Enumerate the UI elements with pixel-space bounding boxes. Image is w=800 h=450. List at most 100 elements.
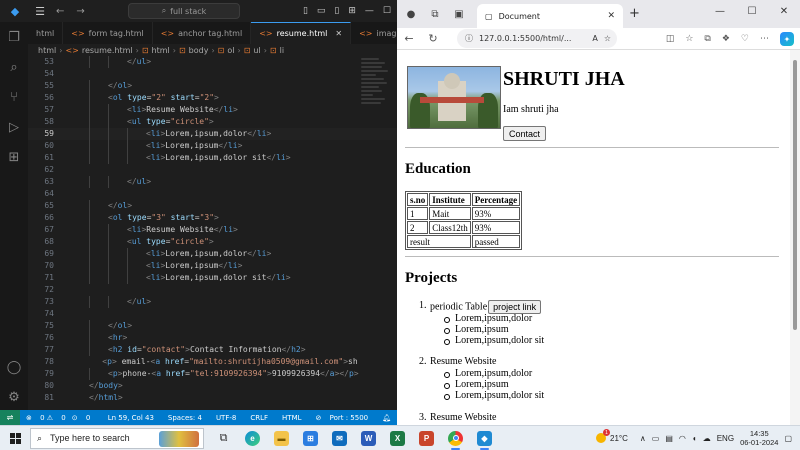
code-line[interactable]: 62 [28, 164, 397, 176]
breadcrumb-item[interactable]: ul [253, 46, 260, 55]
customize-layout-icon[interactable]: ⊞ [348, 6, 356, 16]
encoding[interactable]: UTF-8 [216, 414, 236, 422]
mail-icon[interactable]: ✉ [326, 426, 353, 450]
code-line[interactable]: 77 <h2 id="contact">Contact Information</… [28, 344, 397, 356]
file-explorer-icon[interactable]: ▬ [268, 426, 295, 450]
profile-icon[interactable]: ● [401, 4, 421, 24]
breadcrumb-item[interactable]: resume.html [82, 46, 133, 55]
task-view-icon[interactable]: ⧉ [210, 426, 237, 450]
code-line[interactable]: 72 [28, 284, 397, 296]
code-line[interactable]: 54 [28, 68, 397, 80]
battery-icon[interactable]: ▤ [665, 434, 673, 443]
code-line[interactable]: 66 <ol type="3" start="3"> [28, 212, 397, 224]
toggle-secondary-sidebar-icon[interactable]: ▯ [334, 6, 339, 16]
code-line[interactable]: 60 <li>Lorem,ipsum</li> [28, 140, 397, 152]
code-line[interactable]: 69 <li>Lorem,ipsum,dolor</li> [28, 248, 397, 260]
breadcrumb-item[interactable]: html [152, 46, 170, 55]
code-line[interactable]: 65 </ol> [28, 200, 397, 212]
workspaces-icon[interactable]: ⧉ [425, 4, 445, 24]
tab-imag[interactable]: <> imag [351, 22, 397, 44]
toggle-sidebar-icon[interactable]: ▯ [303, 6, 308, 16]
explorer-icon[interactable]: ❐ [0, 22, 28, 52]
problems-indicator[interactable]: ⊗ 0 ⚠ 0 [26, 414, 66, 422]
weather-widget[interactable]: 1 21°C [596, 429, 628, 443]
show-hidden-icons-icon[interactable]: ∧ [640, 434, 646, 443]
onedrive-icon[interactable]: ☁ [703, 434, 711, 443]
close-tab-icon[interactable]: ✕ [607, 11, 615, 21]
maximize-icon[interactable]: ☐ [736, 0, 768, 22]
notifications-bell-icon[interactable]: 🔔︎ [382, 414, 391, 422]
settings-gear-icon[interactable]: ⚙ [0, 382, 28, 412]
run-debug-icon[interactable]: ▷ [0, 112, 28, 142]
network-icon[interactable]: ▭ [652, 434, 660, 443]
code-line[interactable]: 57 <li>Resume Website</li> [28, 104, 397, 116]
code-line[interactable]: 61 <li>Lorem,ipsum,dolor sit</li> [28, 152, 397, 164]
remote-indicator-icon[interactable]: ⇌ [0, 410, 20, 425]
breadcrumb-item[interactable]: body [189, 46, 209, 55]
menu-icon[interactable]: ☰ [30, 5, 50, 18]
page-scrollbar[interactable] [790, 50, 800, 425]
account-icon[interactable]: ◯ [0, 352, 28, 382]
volume-icon[interactable]: ◖ [692, 434, 697, 443]
favorite-star-icon[interactable]: ☆ [604, 34, 611, 43]
indentation[interactable]: Spaces: 4 [168, 414, 202, 422]
code-line[interactable]: 74 [28, 308, 397, 320]
tab-form-tag[interactable]: <> form tag.html [63, 22, 153, 44]
forward-arrow-icon[interactable]: → [76, 6, 84, 17]
tab-anchor-tag[interactable]: <> anchor tag.html [153, 22, 252, 44]
split-screen-icon[interactable]: ◫ [666, 34, 675, 44]
store-icon[interactable]: ⊞ [297, 426, 324, 450]
new-tab-icon[interactable]: + [629, 6, 640, 21]
chrome-icon[interactable] [442, 426, 469, 450]
contact-button[interactable]: Contact [503, 126, 547, 141]
search-icon[interactable]: ⌕ [0, 52, 28, 82]
code-line[interactable]: 75 </ol> [28, 320, 397, 332]
back-arrow-icon[interactable]: ← [56, 6, 64, 17]
code-line[interactable]: 70 <li>Lorem,ipsum</li> [28, 260, 397, 272]
language-mode[interactable]: HTML [282, 414, 301, 422]
code-line[interactable]: 80 </body> [28, 380, 397, 392]
language-indicator[interactable]: ENG [717, 434, 734, 443]
code-editor[interactable]: 53 </ul> 54 55 </ol> 56 <ol type="2" start="2"… [28, 56, 397, 410]
line-endings[interactable]: CRLF [250, 414, 268, 422]
copilot-icon[interactable]: ✦ [780, 32, 794, 46]
cursor-position[interactable]: Ln 59, Col 43 [108, 414, 154, 422]
tab-resume[interactable]: <> resume.html ✕ [251, 22, 352, 44]
code-line[interactable]: 76 <hr> [28, 332, 397, 344]
read-aloud-icon[interactable]: A [592, 34, 597, 43]
notification-icon[interactable]: ▢ [784, 434, 792, 443]
excel-icon[interactable]: X [384, 426, 411, 450]
clock[interactable]: 14:35 06-01-2024 [740, 429, 778, 447]
code-line[interactable]: 71 <li>Lorem,ipsum,dolor sit</li> [28, 272, 397, 284]
back-arrow-icon[interactable]: ← [397, 32, 421, 45]
collections-icon[interactable]: ⧉ [704, 34, 710, 44]
minimize-icon[interactable]: — [704, 0, 736, 22]
start-button[interactable] [0, 426, 30, 450]
code-line[interactable]: 53 </ul> [28, 56, 397, 68]
command-center-search[interactable]: ⌕ full stack [128, 3, 240, 19]
maximize-icon[interactable]: ☐ [383, 6, 391, 16]
code-line[interactable]: 59 <li>Lorem,ipsum,dolor</li> [28, 128, 397, 140]
minimap[interactable] [361, 56, 391, 146]
code-line[interactable]: 78 <p> email-<a href="mailto:shrutijha050… [28, 356, 397, 368]
tab-actions-icon[interactable]: ▣ [449, 4, 469, 24]
code-line[interactable]: 73 </ul> [28, 296, 397, 308]
refresh-icon[interactable]: ↻ [421, 32, 445, 45]
code-line[interactable]: 56 <ol type="2" start="2"> [28, 92, 397, 104]
more-menu-icon[interactable]: ⋯ [760, 34, 769, 44]
code-line[interactable]: 81 </html> [28, 392, 397, 404]
source-control-icon[interactable]: ⑂ [0, 82, 28, 112]
code-line[interactable]: 64 [28, 188, 397, 200]
breadcrumb-item[interactable]: html [38, 46, 56, 55]
code-line[interactable]: 79 <p>phone-<a href="tel:9109926394">9109… [28, 368, 397, 380]
edge-icon[interactable]: e [239, 426, 266, 450]
code-line[interactable]: 55 </ol> [28, 80, 397, 92]
extensions-icon[interactable]: ❖ [722, 34, 730, 44]
code-line[interactable]: 68 <ul type="circle"> [28, 236, 397, 248]
breadcrumb-item[interactable]: ol [227, 46, 234, 55]
project-link-button[interactable]: project link [488, 300, 542, 314]
address-bar[interactable]: ⓘ 127.0.0.1:5500/html/... A ☆ [457, 29, 617, 48]
vscode-icon[interactable]: ◆ [471, 426, 498, 450]
scrollbar-thumb[interactable] [793, 60, 797, 330]
breadcrumb-item[interactable]: li [280, 46, 284, 55]
